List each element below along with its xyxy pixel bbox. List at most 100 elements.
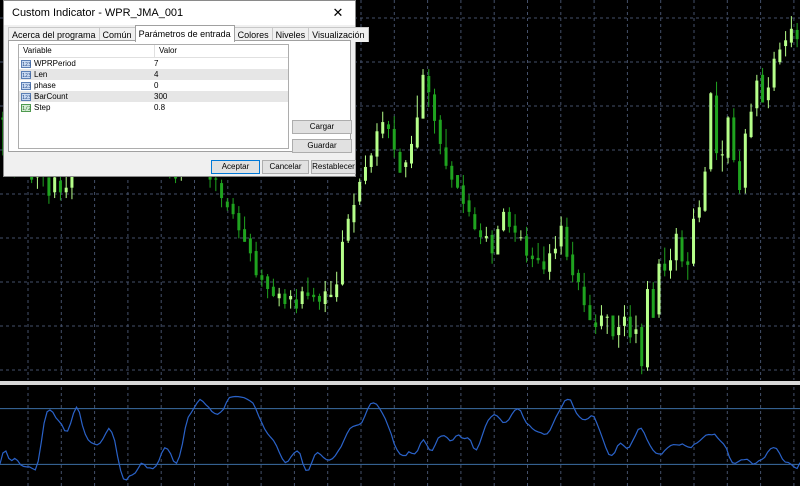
param-row-wprperiod[interactable]: 123 WPRPeriod 7 [19, 58, 288, 69]
candle-body [225, 201, 229, 208]
candle-body [657, 263, 661, 315]
candle-body [220, 183, 224, 199]
param-value[interactable]: 0 [150, 80, 158, 91]
param-name: Len [34, 70, 48, 79]
candle-body [323, 291, 327, 304]
candle-body [571, 254, 575, 276]
candle-body [715, 95, 719, 154]
candle-body [277, 293, 281, 299]
candle-body [237, 213, 241, 231]
candle-body [294, 299, 298, 309]
candle-body [421, 74, 425, 119]
candle-body [726, 117, 730, 158]
param-row-barcount[interactable]: 123 BarCount 300 [19, 91, 288, 102]
param-value[interactable]: 0.8 [150, 102, 165, 113]
candle-body [496, 229, 500, 255]
candle-body [697, 207, 701, 218]
candle-body [674, 233, 678, 261]
candle-body [433, 94, 437, 121]
candle-body [254, 251, 258, 276]
param-row-phase[interactable]: 123 phase 0 [19, 80, 288, 91]
candle-body [369, 155, 373, 167]
candle-body [438, 119, 442, 144]
candle-body [743, 133, 747, 188]
candle-body [450, 165, 454, 180]
candle-body [617, 327, 621, 336]
candle-body [358, 181, 362, 202]
candle-body [467, 200, 471, 212]
candle-body [375, 131, 379, 157]
load-button[interactable]: Cargar [292, 120, 352, 134]
candle-body [490, 234, 494, 254]
candle-body [622, 316, 626, 326]
candle-body [64, 187, 68, 193]
cancel-button[interactable]: Cancelar [262, 160, 309, 174]
candle-body [680, 237, 684, 262]
indicator-levels [0, 408, 800, 465]
candle-body [473, 214, 477, 230]
candle-body [289, 295, 293, 300]
param-value[interactable]: 7 [150, 58, 158, 69]
candle-body [58, 180, 62, 193]
candle-body [686, 261, 690, 265]
candle-body [536, 257, 540, 261]
candle-body [398, 152, 402, 173]
candle-body [415, 117, 419, 148]
candle-body [513, 225, 517, 233]
candle-body [386, 124, 390, 129]
candle-body [312, 294, 316, 298]
candle-body [346, 218, 350, 241]
candle-body [588, 305, 592, 321]
candle-body [772, 58, 776, 88]
candle-body [663, 263, 667, 271]
subwindow-separator[interactable] [0, 381, 800, 385]
candle-body [427, 76, 431, 93]
integer-type-icon: 123 [21, 92, 32, 101]
candle-body [720, 154, 724, 156]
candle-body [594, 322, 598, 328]
candle-body [248, 238, 252, 254]
candle-body [553, 248, 557, 254]
candle-body [53, 177, 57, 193]
parameters-table: Variable Valor 123 WPRPeriod 7 123 Len 4 1… [18, 44, 289, 149]
save-button[interactable]: Guardar [292, 139, 352, 153]
column-header-variable[interactable]: Variable [19, 45, 155, 57]
param-value[interactable]: 4 [150, 69, 158, 80]
candle-body [243, 229, 247, 242]
param-name: BarCount [34, 92, 68, 101]
candle-body [456, 175, 460, 188]
candle-body [283, 293, 287, 304]
candle-body [738, 161, 742, 190]
candle-body [392, 128, 396, 150]
candle-body [795, 29, 799, 40]
candle-body [709, 93, 713, 170]
candle-body [789, 28, 793, 43]
reset-button[interactable]: Restablecer [311, 160, 356, 174]
close-icon[interactable]: ✕ [321, 1, 355, 25]
column-header-value[interactable]: Valor [155, 45, 177, 57]
candle-body [410, 143, 414, 164]
param-value[interactable]: 300 [150, 91, 167, 102]
candle-body [502, 211, 506, 231]
candle-body [404, 162, 408, 167]
tab-input-parameters[interactable]: Parámetros de entrada [134, 25, 235, 42]
candle-body [669, 260, 673, 271]
candle-body [761, 74, 765, 103]
indicator-subwindow-grid [27, 387, 795, 486]
candle-body [271, 286, 275, 296]
integer-type-icon: 123 [21, 70, 32, 79]
candle-body [266, 276, 270, 290]
candle-body [542, 261, 546, 270]
param-row-len[interactable]: 123 Len 4 [19, 69, 288, 80]
candle-body [599, 315, 603, 326]
candle-body [317, 295, 321, 302]
candle-body [530, 255, 534, 260]
candle-body [479, 230, 483, 238]
candle-body [628, 316, 632, 338]
candle-body [605, 316, 609, 318]
param-row-step[interactable]: 1/2 Step 0.8 [19, 102, 288, 113]
ok-button[interactable]: Aceptar [211, 160, 260, 174]
candle-body [47, 177, 51, 196]
candle-body [461, 185, 465, 204]
candle-body [340, 241, 344, 285]
